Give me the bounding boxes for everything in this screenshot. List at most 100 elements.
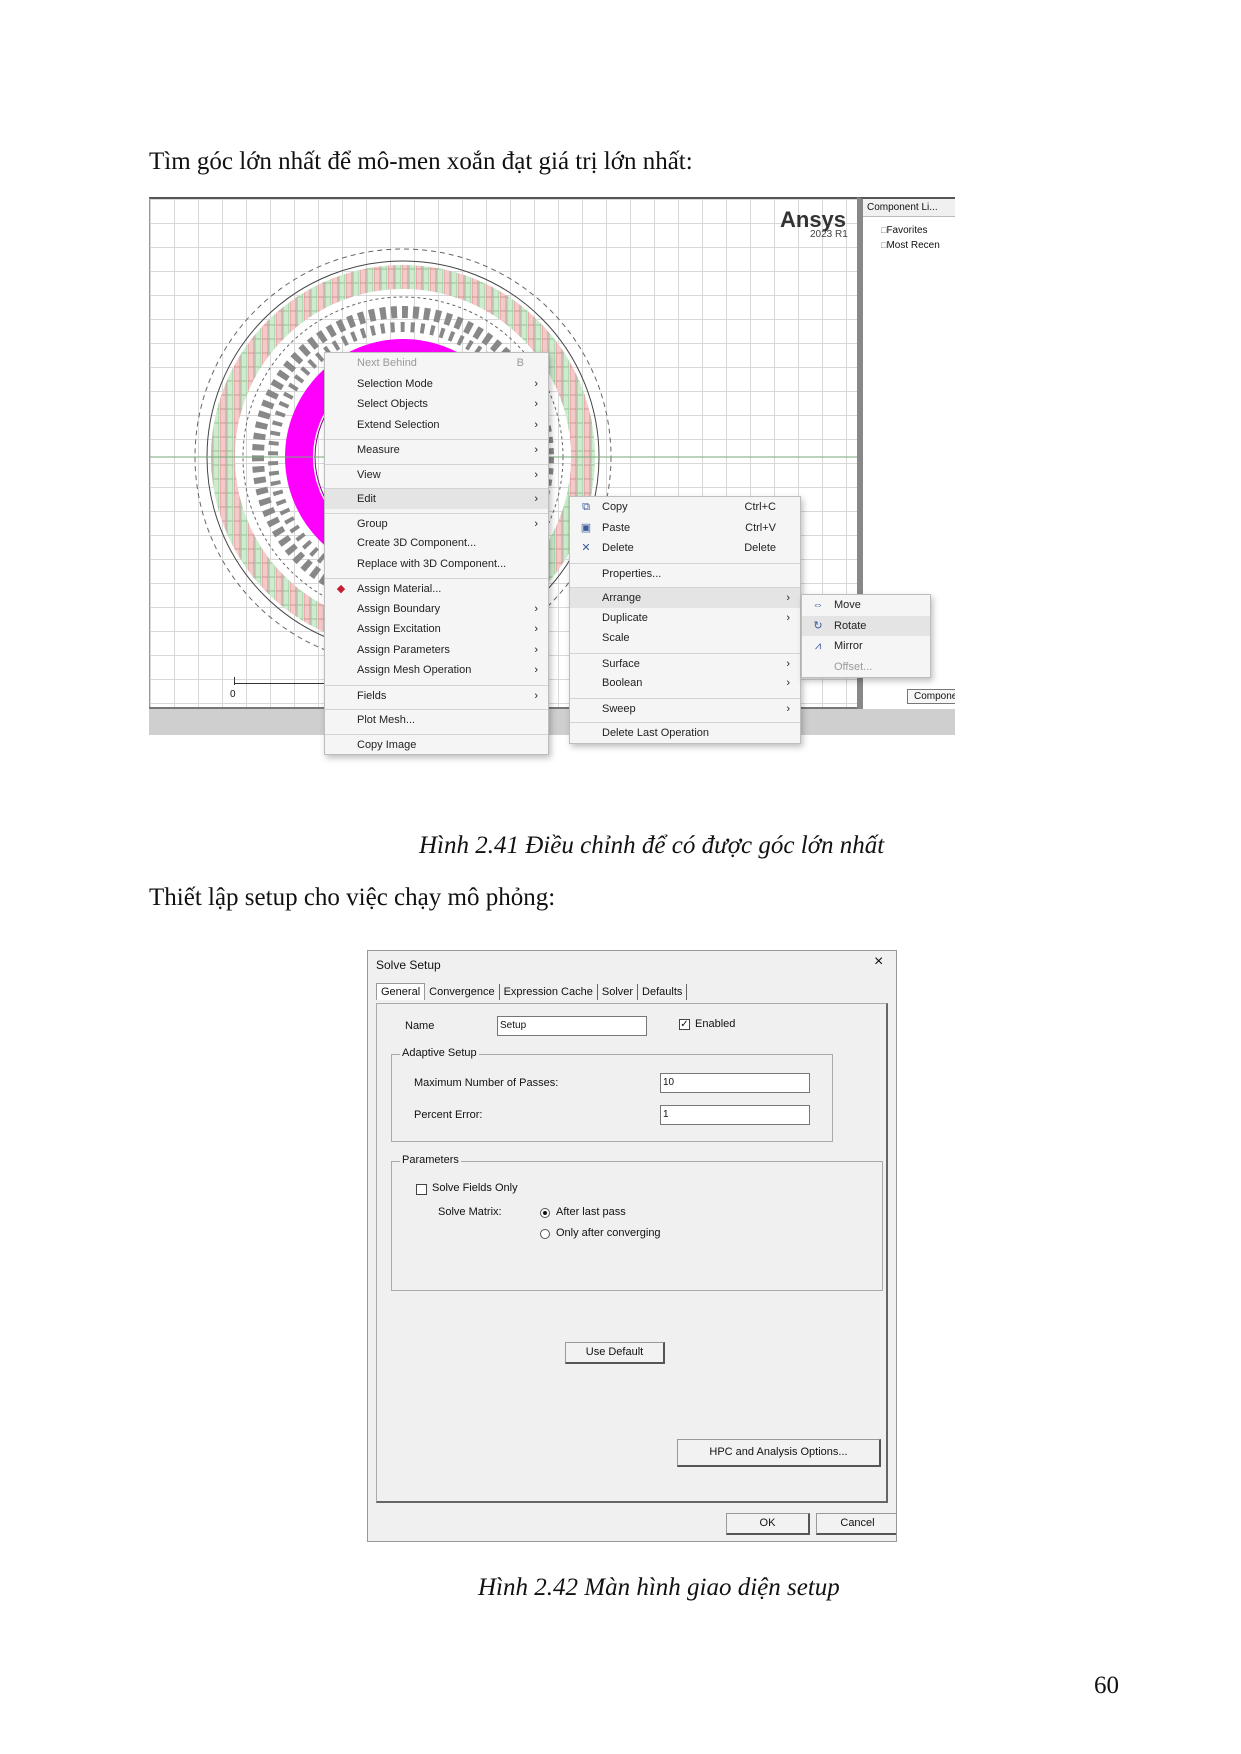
- context-menu-item-replace-with-3d-component[interactable]: Replace with 3D Component...: [325, 554, 548, 575]
- arrange-submenu-item-mirror[interactable]: ⩘ Mirror: [802, 636, 930, 657]
- context-menu: Next Behind B Selection Mode › Select Object…: [324, 352, 549, 755]
- components-tab[interactable]: Components: [907, 689, 955, 704]
- enabled-checkbox[interactable]: ✓: [679, 1019, 690, 1030]
- edit-submenu: ⧉ Copy Ctrl+C ▣ Paste Ctrl+V ✕ Delete Delete Prop…: [569, 496, 801, 744]
- context-menu-item-label: Assign Material...: [357, 583, 442, 595]
- edit-submenu-item-label: Properties...: [602, 567, 662, 580]
- paragraph-intro-2: Thiết lập setup cho việc chạy mô phỏng:: [149, 884, 556, 911]
- ok-button[interactable]: OK: [726, 1513, 810, 1535]
- edit-submenu-item-sweep[interactable]: Sweep ›: [570, 697, 800, 719]
- tab-bar: General Convergence Expression Cache Solver…: [376, 983, 688, 1000]
- max-passes-input[interactable]: 10: [660, 1073, 810, 1093]
- percent-error-input[interactable]: 1: [660, 1105, 810, 1125]
- move-icon: ⇔: [812, 599, 824, 611]
- context-menu-item-extend-selection[interactable]: Extend Selection ›: [325, 415, 548, 436]
- edit-submenu-item-label: Boolean: [602, 677, 643, 689]
- context-menu-item-label: Edit: [357, 493, 376, 505]
- context-menu-item-assign-mesh-operation[interactable]: Assign Mesh Operation ›: [325, 660, 548, 681]
- figure-caption-2-41: Hình 2.41 Điều chỉnh để có được góc lớn …: [419, 832, 885, 859]
- adaptive-setup-title: Adaptive Setup: [400, 1047, 479, 1059]
- name-label: Name: [405, 1020, 435, 1032]
- edit-submenu-item-arrange[interactable]: Arrange ›: [570, 587, 800, 608]
- context-menu-item-label: Assign Mesh Operation: [357, 664, 472, 676]
- arrange-submenu-item-rotate[interactable]: ↻ Rotate: [802, 615, 930, 636]
- context-menu-item-label: Assign Boundary: [357, 602, 441, 615]
- edit-submenu-item-paste[interactable]: ▣ Paste Ctrl+V: [570, 518, 800, 539]
- edit-submenu-item-properties[interactable]: Properties...: [570, 562, 800, 584]
- chevron-right-icon: ›: [534, 643, 538, 656]
- context-menu-item-selection-mode[interactable]: Selection Mode ›: [325, 374, 548, 395]
- max-passes-label: Maximum Number of Passes:: [414, 1077, 559, 1089]
- paste-icon: ▣: [580, 521, 592, 534]
- radio-only-after-converging[interactable]: [540, 1229, 550, 1239]
- parameters-group: Parameters Solve Fields Only Solve Matri…: [391, 1154, 883, 1291]
- arrange-submenu-item-label: Rotate: [834, 619, 867, 632]
- context-menu-item-label: Selection Mode: [357, 377, 433, 390]
- chevron-right-icon: ›: [534, 377, 538, 390]
- figure-ansys-context-menu: Ansys 2023 R1 0 Component Li... Favorite…: [149, 197, 955, 803]
- tab-general[interactable]: General: [376, 983, 426, 1000]
- edit-submenu-item-label: Paste: [602, 521, 631, 534]
- context-menu-item-copy-image[interactable]: Copy Image: [325, 733, 548, 755]
- tab-convergence[interactable]: Convergence: [425, 984, 500, 1000]
- edit-submenu-item-delete[interactable]: ✕ Delete Delete: [570, 538, 800, 559]
- tab-expression-cache[interactable]: Expression Cache: [500, 984, 598, 1000]
- edit-submenu-item-copy[interactable]: ⧉ Copy Ctrl+C: [570, 497, 800, 518]
- solve-fields-only-label: Solve Fields Only: [432, 1182, 518, 1194]
- arrange-submenu-item-label: Offset...: [834, 660, 873, 673]
- solve-fields-only-checkbox[interactable]: [416, 1184, 427, 1195]
- copy-icon: ⧉: [582, 501, 590, 513]
- edit-submenu-item-shortcut: Ctrl+V: [745, 521, 776, 534]
- use-default-button[interactable]: Use Default: [565, 1342, 665, 1364]
- edit-submenu-item-label: Delete: [602, 542, 634, 554]
- context-menu-item-assign-boundary[interactable]: Assign Boundary ›: [325, 599, 548, 620]
- context-menu-item-view[interactable]: View ›: [325, 463, 548, 485]
- context-menu-item-edit[interactable]: Edit ›: [325, 488, 548, 509]
- context-menu-item-measure[interactable]: Measure ›: [325, 439, 548, 460]
- close-icon[interactable]: ×: [874, 953, 883, 971]
- general-tab-panel: Name Setup ✓ Enabled Adaptive Setup Maxi…: [376, 1003, 888, 1503]
- paragraph-intro-1: Tìm góc lớn nhất để mô-men xoắn đạt giá …: [149, 148, 693, 175]
- context-menu-item-label: Replace with 3D Component...: [357, 557, 507, 570]
- chevron-right-icon: ›: [534, 444, 538, 456]
- tab-defaults[interactable]: Defaults: [638, 984, 688, 1000]
- context-menu-item-label: Select Objects: [357, 398, 428, 410]
- edit-submenu-item-delete-last-operation[interactable]: Delete Last Operation: [570, 722, 800, 743]
- context-menu-item-label: Group: [357, 517, 388, 530]
- context-menu-item-label: Create 3D Component...: [357, 537, 477, 549]
- scale-zero-label: 0: [230, 689, 236, 700]
- chevron-right-icon: ›: [534, 664, 538, 676]
- hpc-analysis-options-button[interactable]: HPC and Analysis Options...: [677, 1439, 881, 1467]
- context-menu-item-select-objects[interactable]: Select Objects ›: [325, 394, 548, 415]
- tree-item-most-recent[interactable]: Most Recen: [863, 238, 955, 253]
- context-menu-item-assign-excitation[interactable]: Assign Excitation ›: [325, 619, 548, 640]
- tree-item-favorites[interactable]: Favorites: [863, 223, 955, 238]
- context-menu-item-assign-material[interactable]: ◆ Assign Material...: [325, 578, 548, 599]
- context-menu-item-plot-mesh[interactable]: Plot Mesh...: [325, 709, 548, 730]
- edit-submenu-item-duplicate[interactable]: Duplicate ›: [570, 608, 800, 629]
- parameters-title: Parameters: [400, 1154, 461, 1166]
- edit-submenu-item-boolean[interactable]: Boolean ›: [570, 673, 800, 694]
- radio-after-last-pass-label: After last pass: [556, 1206, 626, 1218]
- chevron-right-icon: ›: [534, 418, 538, 431]
- arrange-submenu-item-label: Mirror: [834, 640, 863, 652]
- figure-caption-2-42: Hình 2.42 Màn hình giao diện setup: [478, 1574, 840, 1601]
- component-library-title: Component Li...: [863, 199, 955, 217]
- name-input[interactable]: Setup: [497, 1016, 647, 1036]
- edit-submenu-item-scale[interactable]: Scale: [570, 628, 800, 649]
- context-menu-item-fields[interactable]: Fields ›: [325, 684, 548, 706]
- context-menu-item-group[interactable]: Group ›: [325, 512, 548, 534]
- chevron-right-icon: ›: [786, 611, 790, 624]
- context-menu-item-create-3d-component[interactable]: Create 3D Component...: [325, 533, 548, 554]
- context-menu-item-assign-parameters[interactable]: Assign Parameters ›: [325, 640, 548, 661]
- status-strip: [149, 707, 955, 735]
- chevron-right-icon: ›: [786, 657, 790, 670]
- chevron-right-icon: ›: [534, 689, 538, 702]
- edit-submenu-item-surface[interactable]: Surface ›: [570, 652, 800, 674]
- arrange-submenu-item-move[interactable]: ⇔ Move: [802, 595, 930, 616]
- arrange-submenu-item-label: Move: [834, 599, 861, 611]
- cancel-button[interactable]: Cancel: [816, 1513, 896, 1535]
- tab-solver[interactable]: Solver: [598, 984, 639, 1000]
- chevron-right-icon: ›: [534, 623, 538, 635]
- radio-after-last-pass[interactable]: [540, 1208, 550, 1218]
